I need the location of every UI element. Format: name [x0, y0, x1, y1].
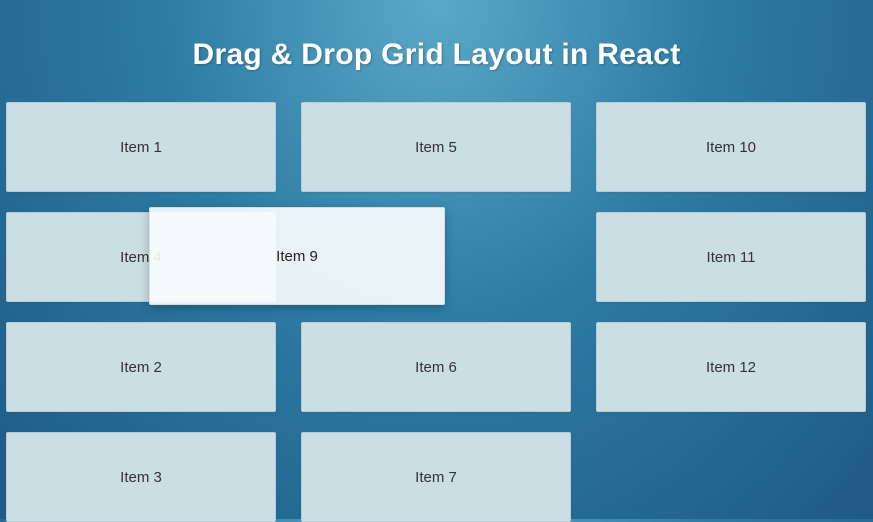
- page-title: Drag & Drop Grid Layout in React: [0, 0, 873, 102]
- dragging-item[interactable]: Item 9: [149, 207, 445, 305]
- grid-item[interactable]: Item 5: [301, 102, 571, 192]
- grid-item[interactable]: Item 2: [6, 322, 276, 412]
- grid-item[interactable]: Item 11: [596, 212, 866, 302]
- grid-item[interactable]: Item 12: [596, 322, 866, 412]
- grid-item[interactable]: Item 7: [301, 432, 571, 522]
- grid-item[interactable]: Item 10: [596, 102, 866, 192]
- grid-item[interactable]: Item 1: [6, 102, 276, 192]
- drag-drop-grid[interactable]: Item 1 Item 5 Item 10 Item 4 Item 11 Ite…: [0, 102, 873, 522]
- grid-item[interactable]: Item 3: [6, 432, 276, 522]
- grid-item[interactable]: Item 6: [301, 322, 571, 412]
- grid-empty-slot[interactable]: [596, 432, 866, 522]
